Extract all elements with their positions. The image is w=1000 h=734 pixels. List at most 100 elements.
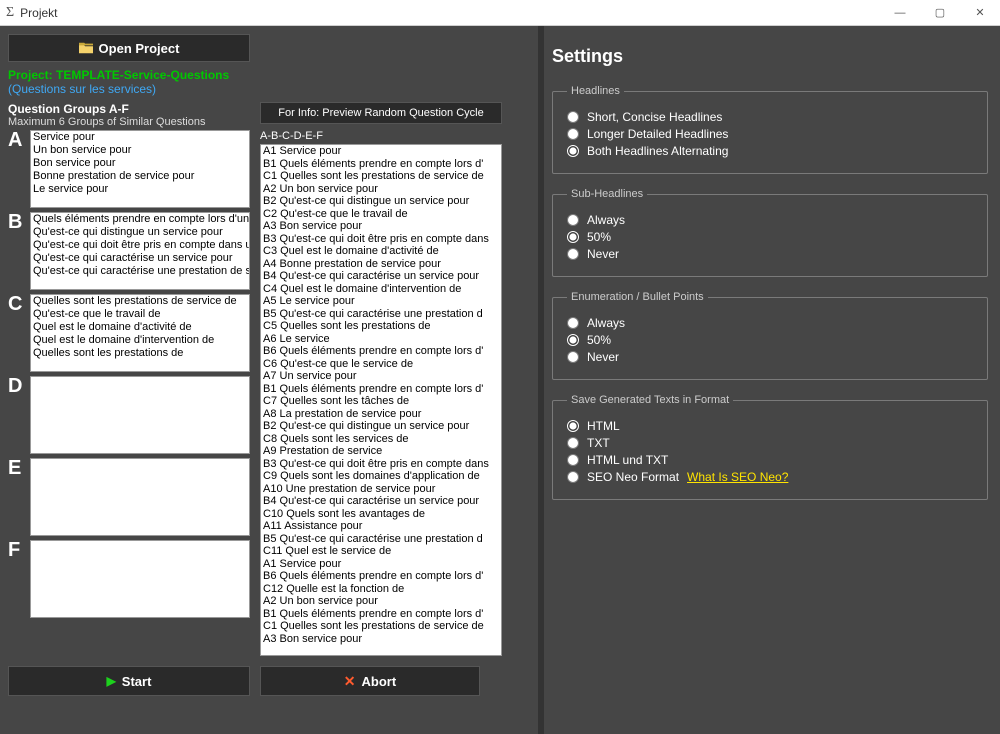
preview-line: B5 Qu'est-ce qui caractérise une prestat… (261, 533, 501, 546)
project-name: Project: TEMPLATE-Service-Questions (8, 68, 530, 82)
open-project-label: Open Project (99, 41, 180, 56)
preview-line: A5 Le service pour (261, 295, 501, 308)
preview-line: B6 Quels éléments prendre en compte lors… (261, 345, 501, 358)
subheadlines-option[interactable]: Never (567, 247, 973, 261)
subheadlines-option[interactable]: 50% (567, 230, 973, 244)
headlines-radio[interactable] (567, 128, 579, 140)
bullets-radio[interactable] (567, 351, 579, 363)
saveformat-label: HTML und TXT (587, 453, 668, 467)
headlines-radio[interactable] (567, 111, 579, 123)
preview-line: A6 Le service (261, 333, 501, 346)
preview-line: B2 Qu'est-ce qui distingue un service po… (261, 195, 501, 208)
preview-line: B4 Qu'est-ce qui caractérise un service … (261, 270, 501, 283)
group-line: Quel est le domaine d'activité de (31, 321, 249, 334)
group-line: Quels éléments prendre en compte lors d'… (31, 213, 249, 226)
headlines-option[interactable]: Both Headlines Alternating (567, 144, 973, 158)
abort-button[interactable]: ✕ Abort (260, 666, 480, 696)
preview-line: C2 Qu'est-ce que le travail de (261, 208, 501, 221)
folder-icon (79, 42, 93, 54)
bullets-option[interactable]: Never (567, 350, 973, 364)
bullets-radio[interactable] (567, 317, 579, 329)
preview-line: C9 Quels sont les domaines d'application… (261, 470, 501, 483)
open-project-button[interactable]: Open Project (8, 34, 250, 62)
subheadlines-label: Never (587, 247, 619, 261)
saveformat-label: SEO Neo Format (587, 470, 679, 484)
preview-line: A3 Bon service pour (261, 633, 501, 646)
legend-headlines: Headlines (567, 85, 624, 97)
minimize-button[interactable]: — (880, 0, 920, 26)
group-line: Quelles sont les prestations de (31, 347, 249, 360)
saveformat-label: HTML (587, 419, 620, 433)
saveformat-radio[interactable] (567, 420, 579, 432)
group-letter-e: E (8, 458, 30, 478)
group-textarea-e[interactable] (30, 458, 250, 536)
preview-line: A4 Bonne prestation de service pour (261, 258, 501, 271)
groups-subheading: Maximum 6 Groups of Similar Questions (8, 116, 250, 128)
preview-line: C6 Qu'est-ce que le service de (261, 358, 501, 371)
group-line: Quel est le domaine d'intervention de (31, 334, 249, 347)
close-button[interactable]: ✕ (960, 0, 1000, 26)
headlines-option[interactable]: Short, Concise Headlines (567, 110, 973, 124)
saveformat-option[interactable]: SEO Neo Format What Is SEO Neo? (567, 470, 973, 484)
subheadlines-radio[interactable] (567, 214, 579, 226)
preview-list[interactable]: A1 Service pourB1 Quels éléments prendre… (260, 144, 502, 656)
preview-line: C5 Quelles sont les prestations de (261, 320, 501, 333)
group-line: Service pour (31, 131, 249, 144)
saveformat-radio[interactable] (567, 437, 579, 449)
preview-line: B1 Quels éléments prendre en compte lors… (261, 383, 501, 396)
group-textarea-a[interactable]: Service pourUn bon service pourBon servi… (30, 130, 250, 208)
app-icon: Σ (6, 5, 14, 21)
preview-line: A11 Assistance pour (261, 520, 501, 533)
saveformat-option[interactable]: HTML (567, 419, 973, 433)
subheadlines-radio[interactable] (567, 231, 579, 243)
subheadlines-radio[interactable] (567, 248, 579, 260)
preview-line: A9 Prestation de service (261, 445, 501, 458)
group-letter-c: C (8, 294, 30, 314)
saveformat-radio[interactable] (567, 454, 579, 466)
preview-line: B3 Qu'est-ce qui doit être pris en compt… (261, 233, 501, 246)
saveformat-option[interactable]: TXT (567, 436, 973, 450)
bullets-radio[interactable] (567, 334, 579, 346)
groups-column: Question Groups A-F Maximum 6 Groups of … (8, 102, 250, 656)
preview-line: B1 Quels éléments prendre en compte lors… (261, 608, 501, 621)
group-letter-f: F (8, 540, 30, 560)
play-icon: ▶ (107, 674, 116, 688)
group-row-d: D (8, 376, 250, 454)
fieldset-bullets: Enumeration / Bullet Points Always50%Nev… (552, 291, 988, 380)
preview-line: C11 Quel est le service de (261, 545, 501, 558)
bullets-label: 50% (587, 333, 611, 347)
group-line: Quelles sont les prestations de service … (31, 295, 249, 308)
maximize-button[interactable]: ▢ (920, 0, 960, 26)
subheadlines-label: Always (587, 213, 625, 227)
preview-line: C7 Quelles sont les tâches de (261, 395, 501, 408)
saveformat-label: TXT (587, 436, 610, 450)
preview-line: B1 Quels éléments prendre en compte lors… (261, 158, 501, 171)
headlines-radio[interactable] (567, 145, 579, 157)
preview-line: A10 Une prestation de service pour (261, 483, 501, 496)
group-textarea-d[interactable] (30, 376, 250, 454)
preview-cycle-button[interactable]: For Info: Preview Random Question Cycle (260, 102, 502, 124)
headlines-option[interactable]: Longer Detailed Headlines (567, 127, 973, 141)
bullets-option[interactable]: Always (567, 316, 973, 330)
bullets-option[interactable]: 50% (567, 333, 973, 347)
group-row-a: AService pourUn bon service pourBon serv… (8, 130, 250, 208)
settings-title: Settings (552, 46, 988, 67)
saveformat-radio[interactable] (567, 471, 579, 483)
group-letter-a: A (8, 130, 30, 150)
start-button[interactable]: ▶ Start (8, 666, 250, 696)
preview-line: C8 Quels sont les services de (261, 433, 501, 446)
group-textarea-f[interactable] (30, 540, 250, 618)
saveformat-option[interactable]: HTML und TXT (567, 453, 973, 467)
preview-line: C1 Quelles sont les prestations de servi… (261, 620, 501, 633)
preview-line: A3 Bon service pour (261, 220, 501, 233)
legend-subheadlines: Sub-Headlines (567, 188, 647, 200)
group-textarea-b[interactable]: Quels éléments prendre en compte lors d'… (30, 212, 250, 290)
group-textarea-c[interactable]: Quelles sont les prestations de service … (30, 294, 250, 372)
title-left: Σ Projekt (0, 5, 58, 21)
seo-neo-link[interactable]: What Is SEO Neo? (687, 470, 788, 484)
abort-icon: ✕ (344, 673, 356, 690)
subheadlines-option[interactable]: Always (567, 213, 973, 227)
preview-line: A7 Un service pour (261, 370, 501, 383)
start-label: Start (122, 674, 152, 689)
bullets-label: Always (587, 316, 625, 330)
